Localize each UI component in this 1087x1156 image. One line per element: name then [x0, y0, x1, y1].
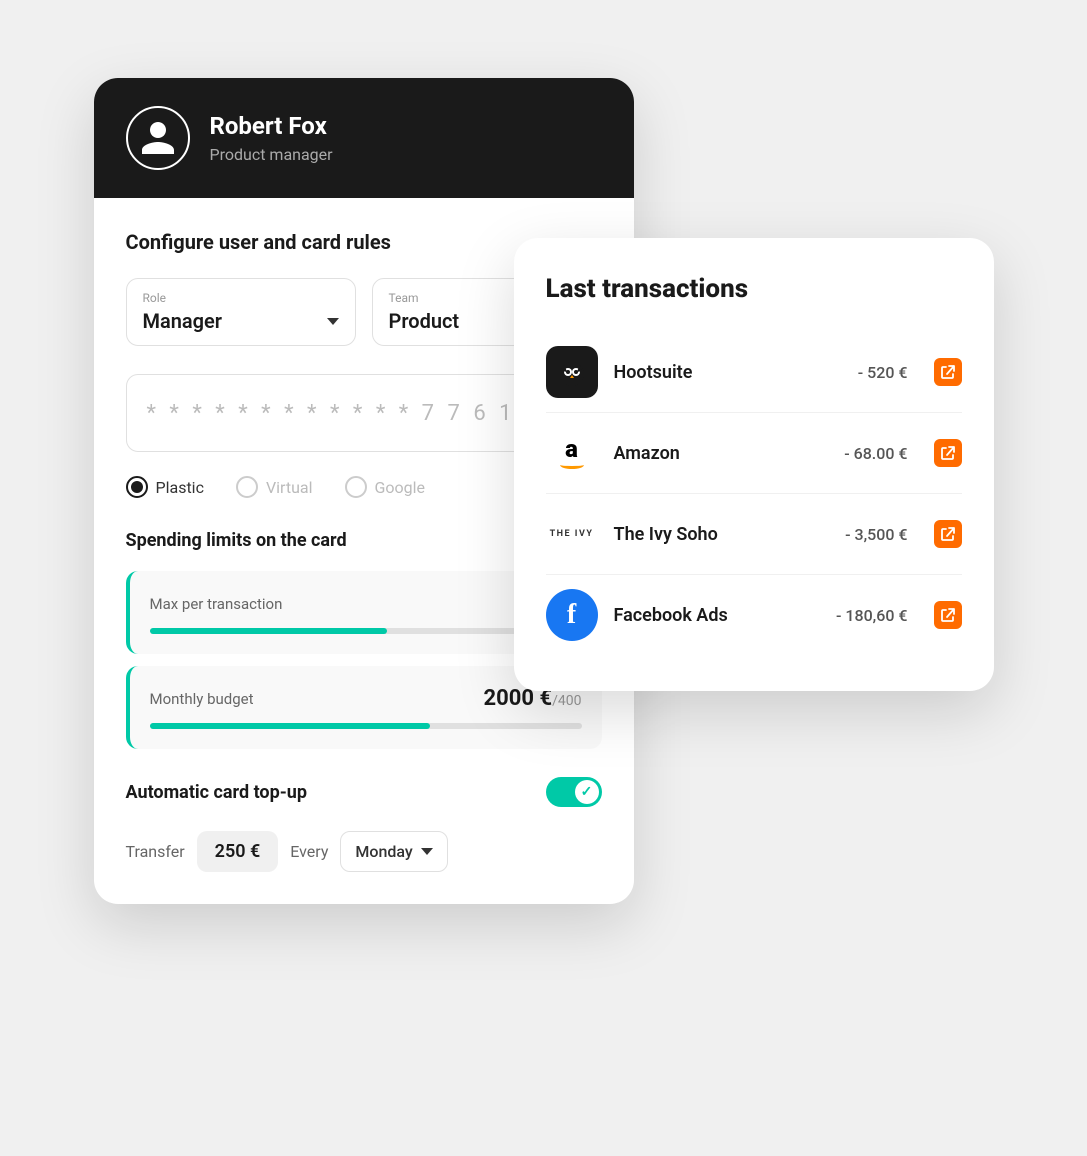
- max-transaction-label: Max per transaction: [150, 595, 283, 613]
- tx-amount-amazon: - 68.00 €: [844, 444, 907, 463]
- tx-link-hootsuite[interactable]: [934, 358, 962, 386]
- tx-link-amazon[interactable]: [934, 439, 962, 467]
- monthly-budget-label: Monthly budget: [150, 690, 254, 708]
- transactions-title: Last transactions: [546, 274, 962, 304]
- transfer-label: Transfer: [126, 842, 185, 861]
- day-value: Monday: [355, 842, 412, 861]
- user-role: Product manager: [210, 145, 333, 164]
- day-chevron-down-icon: [421, 848, 433, 855]
- toggle-check-icon: ✓: [581, 784, 593, 800]
- radio-google[interactable]: Google: [345, 476, 426, 498]
- user-name: Robert Fox: [210, 112, 333, 141]
- ivy-logo: THE IVY: [546, 508, 598, 560]
- tx-name-amazon: Amazon: [614, 443, 829, 464]
- team-value: Product: [389, 309, 460, 333]
- hootsuite-logo: [546, 346, 598, 398]
- tx-name-ivy: The Ivy Soho: [614, 524, 830, 545]
- radio-inner-plastic: [131, 481, 143, 493]
- radio-virtual[interactable]: Virtual: [236, 476, 313, 498]
- transfer-row: Transfer 250 € Every Monday: [126, 831, 602, 872]
- radio-label-google: Google: [375, 478, 426, 497]
- toggle-knob: ✓: [575, 780, 599, 804]
- amazon-smile-icon: [560, 461, 584, 469]
- tx-amount-facebook: - 180,60 €: [836, 606, 908, 625]
- topup-label: Automatic card top-up: [126, 782, 308, 803]
- radio-outer-google: [345, 476, 367, 498]
- tx-name-facebook: Facebook Ads: [614, 605, 820, 626]
- card-number: * * * * * * * * * * * * 7 7 6 1: [147, 401, 516, 426]
- user-info: Robert Fox Product manager: [210, 112, 333, 164]
- radio-outer-plastic: [126, 476, 148, 498]
- facebook-f-icon: f: [567, 599, 576, 631]
- tx-name-hootsuite: Hootsuite: [614, 362, 842, 383]
- every-label: Every: [290, 842, 328, 861]
- facebook-logo: f: [546, 589, 598, 641]
- amazon-a-text: a: [565, 437, 578, 461]
- radio-plastic[interactable]: Plastic: [126, 476, 204, 498]
- role-value: Manager: [143, 309, 223, 333]
- transaction-ivy: THE IVY The Ivy Soho - 3,500 €: [546, 494, 962, 575]
- tx-amount-ivy: - 3,500 €: [845, 525, 907, 544]
- card-header: Robert Fox Product manager: [94, 78, 634, 198]
- radio-label-virtual: Virtual: [266, 478, 313, 497]
- monthly-budget-header: Monthly budget 2000 €/400: [150, 686, 582, 711]
- transaction-amazon: a Amazon - 68.00 €: [546, 413, 962, 494]
- role-chevron-down-icon: [327, 318, 339, 325]
- transaction-facebook: f Facebook Ads - 180,60 €: [546, 575, 962, 655]
- tx-link-facebook[interactable]: [934, 601, 962, 629]
- monthly-budget-slider[interactable]: [150, 723, 582, 729]
- amazon-logo: a: [546, 427, 598, 479]
- transactions-card: Last transactions H: [514, 238, 994, 691]
- avatar: [126, 106, 190, 170]
- tx-amount-hootsuite: - 520 €: [858, 363, 908, 382]
- monthly-budget-fill: [150, 723, 431, 729]
- radio-label-plastic: Plastic: [156, 478, 204, 497]
- transfer-amount: 250 €: [197, 831, 279, 872]
- ivy-text: THE IVY: [550, 529, 594, 539]
- transaction-hootsuite: Hootsuite - 520 €: [546, 332, 962, 413]
- role-value-row: Manager: [143, 309, 339, 333]
- max-transaction-fill: [150, 628, 388, 634]
- day-dropdown[interactable]: Monday: [340, 831, 447, 872]
- radio-outer-virtual: [236, 476, 258, 498]
- amazon-logo-container: a: [560, 437, 584, 469]
- role-dropdown[interactable]: Role Manager: [126, 278, 356, 346]
- topup-row: Automatic card top-up ✓: [126, 777, 602, 807]
- role-label: Role: [143, 291, 339, 305]
- topup-toggle[interactable]: ✓: [546, 777, 602, 807]
- tx-link-ivy[interactable]: [934, 520, 962, 548]
